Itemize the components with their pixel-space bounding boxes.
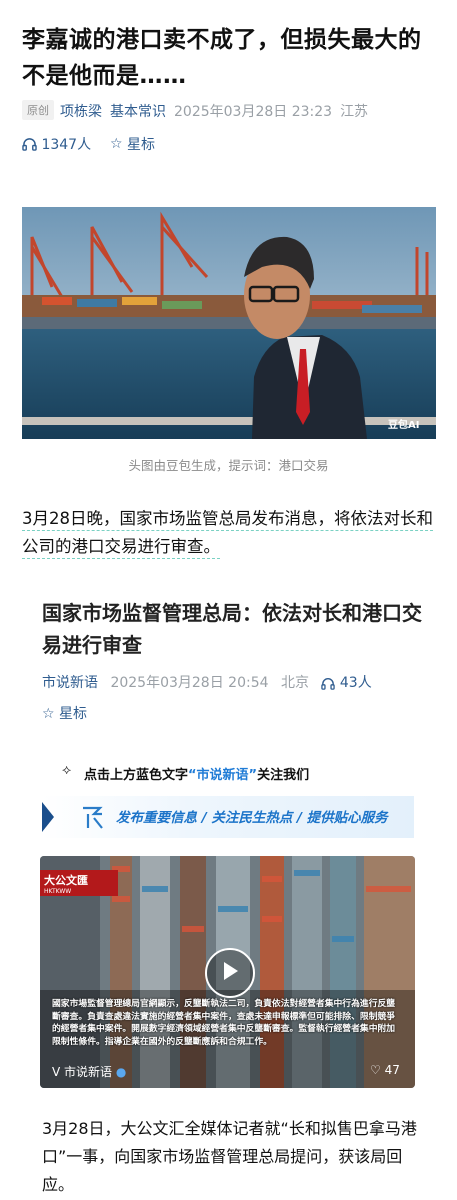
embedded-meta: 市说新语 2025年03月28日 20:54 北京 43人 <box>42 672 372 692</box>
follow-suffix: 关注我们 <box>257 768 310 783</box>
embedded-star-button[interactable]: ☆ 星标 <box>42 703 87 723</box>
headphones-icon <box>321 677 336 690</box>
heart-icon: ♡ <box>370 1063 381 1077</box>
video-like-button[interactable]: ♡ 47 <box>370 1063 400 1077</box>
article-meta: 原创 项栋梁 基本常识 2025年03月28日 23:23 江苏 <box>22 100 442 121</box>
star-icon: ☆ <box>110 136 123 152</box>
video-channel-name: 市说新语 <box>64 1065 113 1079</box>
channel-icon: ᐯ <box>52 1065 61 1079</box>
follow-prefix: 点击上方蓝色文字 <box>84 768 189 783</box>
column-link[interactable]: 基本常识 <box>110 104 166 120</box>
embedded-star-label: 星标 <box>59 706 88 722</box>
follow-banner: 点击上方蓝色文字“市说新语”关注我们 <box>84 764 309 783</box>
play-icon <box>224 962 238 980</box>
video-channel[interactable]: ᐯ 市说新语 ● <box>52 1063 126 1080</box>
star-icon: ☆ <box>42 706 55 722</box>
follow-link[interactable]: “市说新语” <box>188 768 257 783</box>
star-label: 星标 <box>127 137 156 153</box>
banner-arrow-icon <box>42 802 54 832</box>
video-overlay-text: 國家市場監督管理總局官網顯示，反壟斷執法二司，負責依法對經營者集中行為進行反壟斷… <box>52 999 396 1047</box>
hero-caption: 头图由豆包生成，提示词：港口交易 <box>128 458 329 473</box>
play-button[interactable] <box>205 948 255 998</box>
video-card[interactable] <box>40 856 415 1088</box>
brand-logo-icon <box>83 806 103 829</box>
star-button[interactable]: ☆ 星标 <box>110 136 156 153</box>
embedded-listener-count: 43人 <box>339 675 372 691</box>
ai-watermark: 豆包AI <box>388 420 420 431</box>
article-stats: 1347人 ☆ 星标 <box>22 134 155 154</box>
embedded-title[interactable]: 国家市场监督管理总局：依法对长和港口交易进行审查 <box>42 597 422 661</box>
video-logo-sub: HKTKWW <box>44 888 72 895</box>
embedded-location: 北京 <box>280 675 309 691</box>
paragraph-2: 3月28日，大公文汇全媒体记者就“长和拟售巴拿马港口”一事，向国家市场监督管理总… <box>42 1119 417 1194</box>
verified-icon: ● <box>115 1065 127 1079</box>
author-link[interactable]: 项栋梁 <box>60 104 102 120</box>
video-logo: 大公文匯 HKTKWW <box>44 872 88 895</box>
publish-location: 江苏 <box>340 104 369 120</box>
article-title: 李嘉诚的港口卖不成了，但损失最大的不是他而是…… <box>22 27 422 89</box>
video-like-count: 47 <box>384 1063 400 1077</box>
video-logo-text: 大公文匯 <box>44 874 88 887</box>
embedded-listen-button[interactable]: 43人 <box>321 675 372 691</box>
embedded-date: 2025年03月28日 20:54 <box>110 675 269 691</box>
original-badge: 原创 <box>22 100 54 120</box>
listen-button[interactable]: 1347人 <box>22 136 96 153</box>
listener-count: 1347人 <box>41 137 92 153</box>
paragraph-1: 3月28日晚，国家市场监管总局发布消息，将依法对长和公司的港口交易进行审查。 <box>22 505 442 561</box>
publish-date: 2025年03月28日 23:23 <box>174 104 333 120</box>
hero-image <box>22 207 436 439</box>
paragraph-1-text: 3月28日晚，国家市场监管总局发布消息，将依法对长和公司的港口交易进行审查。 <box>22 509 433 559</box>
embedded-source-link[interactable]: 市说新语 <box>42 675 98 691</box>
banner-slogan: 发布重要信息 / 关注民生热点 / 提供贴心服务 <box>116 810 388 826</box>
follow-icon: ⟡ <box>62 762 72 778</box>
headphones-icon <box>22 138 37 151</box>
